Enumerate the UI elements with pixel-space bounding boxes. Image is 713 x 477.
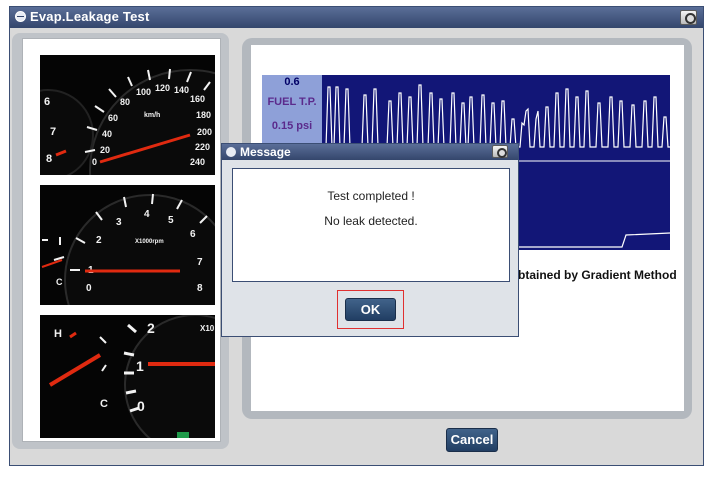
dialog-message-box: Test completed ! No leak detected. xyxy=(232,168,510,282)
speed-tick-40: 40 xyxy=(102,129,112,139)
ok-button-highlight: OK xyxy=(337,290,404,329)
speed-unit: km/h xyxy=(144,112,160,119)
speed-tick-200: 200 xyxy=(197,127,212,137)
window-title: Evap.Leakage Test xyxy=(30,9,150,24)
speed-tick-80: 80 xyxy=(120,97,130,107)
gauge-tick-2: 2 xyxy=(147,320,155,336)
speed-tick-160: 160 xyxy=(190,94,205,104)
window-menu-icon[interactable] xyxy=(15,11,26,22)
dialog-message-line-1: Test completed ! xyxy=(327,189,415,203)
dialog-titlebar: Message xyxy=(222,144,518,160)
rpm-unit: X1000rpm xyxy=(135,239,164,245)
dialog-title: Message xyxy=(240,145,291,159)
temp-cold-mark-2: C xyxy=(100,398,108,410)
graph-label-min: 0.15 psi xyxy=(271,120,313,132)
gauge-tick-0: 0 xyxy=(137,398,145,414)
speed-tick-180: 180 xyxy=(196,110,211,120)
rpm-tick-4: 4 xyxy=(144,209,150,220)
graph-label-max: 0.6 xyxy=(284,76,300,88)
speed-tick-60: 60 xyxy=(108,113,118,123)
speedometer-image: 60 80 100 120 140 160 180 200 220 240 40… xyxy=(40,55,215,175)
speed-tick-240: 240 xyxy=(190,157,205,167)
speed-tick-20: 20 xyxy=(100,145,110,155)
rpm-tick-5: 5 xyxy=(168,215,174,226)
speed-tick-120: 120 xyxy=(155,83,170,93)
rpm-tick-3: 3 xyxy=(116,217,122,228)
cancel-button[interactable]: Cancel xyxy=(446,428,498,452)
temp-hot-mark: H xyxy=(54,328,62,340)
left-gauge-tick-6: 6 xyxy=(44,96,50,108)
rpm-tick-2: 2 xyxy=(96,235,102,246)
speed-tick-0: 0 xyxy=(92,157,97,167)
gauge-unit: X10 xyxy=(200,324,215,333)
left-gauge-tick-7: 7 xyxy=(50,126,56,138)
dialog-message-line-2: No leak detected. xyxy=(324,214,418,228)
gauge-tick-1: 1 xyxy=(136,358,144,374)
temp-cold-mark: C xyxy=(56,277,63,287)
rpm-tick-7: 7 xyxy=(197,257,203,268)
speed-tick-100: 100 xyxy=(136,87,151,97)
window-titlebar: Evap.Leakage Test xyxy=(10,7,703,28)
graph-label-name: FUEL T.P. xyxy=(267,96,317,108)
temperature-gauge-image: H C 2 1 0 X10 xyxy=(40,315,215,438)
tachometer-image: 1 2 3 4 5 6 7 8 0 X1000rpm C xyxy=(40,185,215,305)
dialog-menu-icon[interactable] xyxy=(226,147,236,157)
gradient-method-result-text: btained by Gradient Method xyxy=(518,268,677,282)
speed-tick-220: 220 xyxy=(195,142,210,152)
screenshot-camera-icon[interactable] xyxy=(680,10,697,25)
message-dialog: Message Test completed ! No leak detecte… xyxy=(221,143,519,337)
rpm-tick-8: 8 xyxy=(197,283,203,294)
left-gauge-tick-8: 8 xyxy=(46,153,52,165)
dialog-camera-icon[interactable] xyxy=(492,145,508,158)
ok-button[interactable]: OK xyxy=(345,298,396,321)
rpm-tick-0: 0 xyxy=(86,283,92,294)
rpm-tick-6: 6 xyxy=(190,229,196,240)
speed-tick-140: 140 xyxy=(174,85,189,95)
